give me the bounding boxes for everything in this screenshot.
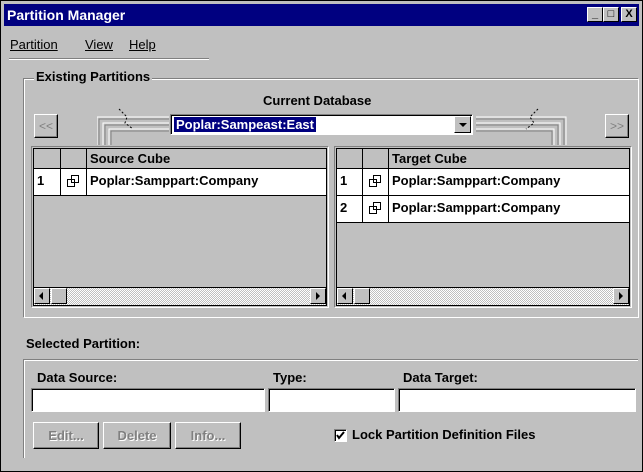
source-grid-header: Source Cube bbox=[34, 149, 326, 169]
row-number: 1 bbox=[337, 169, 363, 195]
source-header-num bbox=[34, 149, 61, 168]
scroll-left-icon[interactable] bbox=[337, 288, 353, 304]
cube-name: Poplar:Samppart:Company bbox=[392, 200, 561, 215]
delete-button[interactable]: Delete bbox=[103, 422, 171, 449]
data-target-input[interactable] bbox=[399, 389, 635, 411]
partition-manager-window: Partition Manager _ □ X Partition View H… bbox=[0, 0, 643, 472]
target-cube-grid: Target Cube 1 Poplar:Samppart:Company 2 bbox=[334, 146, 632, 308]
partition-icon bbox=[67, 175, 79, 187]
source-horizontal-scrollbar[interactable] bbox=[34, 287, 326, 305]
target-header-icon bbox=[363, 149, 389, 168]
menu-partition-label: Partition bbox=[10, 37, 58, 52]
scroll-left-icon[interactable] bbox=[34, 288, 50, 304]
info-label: Info... bbox=[190, 428, 226, 443]
chevron-down-icon[interactable] bbox=[454, 116, 471, 133]
table-row[interactable]: 1 Poplar:Samppart:Company bbox=[34, 169, 326, 196]
row-icon-cell bbox=[61, 169, 87, 195]
maximize-icon: □ bbox=[607, 8, 615, 20]
edit-label: Edit... bbox=[48, 428, 84, 443]
menu-partition[interactable]: Partition bbox=[10, 37, 58, 52]
target-grid-inner: Target Cube 1 Poplar:Samppart:Company 2 bbox=[336, 148, 630, 306]
menu-help-label: Help bbox=[129, 37, 156, 52]
target-header-num bbox=[337, 149, 363, 168]
menu-separator bbox=[9, 58, 209, 60]
close-icon: X bbox=[625, 8, 633, 20]
table-row[interactable]: 1 Poplar:Samppart:Company bbox=[337, 169, 629, 196]
source-link-icon bbox=[97, 108, 169, 145]
type-label: Type: bbox=[273, 370, 307, 385]
scrollbar-thumb[interactable] bbox=[51, 288, 67, 304]
type-field[interactable] bbox=[268, 388, 395, 412]
target-header-label: Target Cube bbox=[392, 151, 467, 166]
delete-label: Delete bbox=[117, 428, 157, 443]
partition-icon bbox=[369, 202, 381, 214]
scrollbar-thumb[interactable] bbox=[354, 288, 370, 304]
cube-name: Poplar:Samppart:Company bbox=[392, 173, 561, 188]
data-source-field[interactable] bbox=[31, 388, 265, 412]
title-bar[interactable]: Partition Manager _ □ X bbox=[4, 4, 639, 26]
data-source-input[interactable] bbox=[32, 389, 264, 411]
table-row[interactable]: 2 Poplar:Samppart:Company bbox=[337, 196, 629, 223]
target-link-icon bbox=[476, 108, 567, 145]
minimize-button[interactable]: _ bbox=[587, 7, 603, 22]
edit-button[interactable]: Edit... bbox=[33, 422, 99, 449]
menu-bar: Partition View Help bbox=[4, 28, 639, 54]
lock-files-label[interactable]: Lock Partition Definition Files bbox=[352, 427, 535, 442]
data-target-label: Data Target: bbox=[403, 370, 478, 385]
row-number: 2 bbox=[337, 196, 363, 222]
close-button[interactable]: X bbox=[621, 7, 637, 22]
info-button[interactable]: Info... bbox=[175, 422, 241, 449]
scroll-right-icon[interactable] bbox=[310, 288, 326, 304]
target-horizontal-scrollbar[interactable] bbox=[337, 287, 629, 305]
maximize-button[interactable]: □ bbox=[603, 7, 619, 22]
source-header-icon bbox=[61, 149, 87, 168]
minimize-icon: _ bbox=[591, 8, 599, 20]
current-database-value: Poplar:Sampeast:East bbox=[174, 117, 316, 132]
target-grid-header: Target Cube bbox=[337, 149, 629, 169]
row-number: 1 bbox=[34, 169, 61, 195]
window-title: Partition Manager bbox=[7, 7, 126, 23]
existing-partitions-label: Existing Partitions bbox=[34, 69, 153, 84]
checkmark-icon bbox=[336, 431, 345, 440]
row-icon-cell bbox=[363, 169, 389, 195]
next-label: >> bbox=[609, 119, 624, 133]
current-database-combo[interactable]: Poplar:Sampeast:East bbox=[170, 114, 473, 135]
next-button[interactable]: >> bbox=[605, 114, 629, 138]
row-icon-cell bbox=[363, 196, 389, 222]
source-cube-grid: Source Cube 1 Poplar:Samppart:Company bbox=[31, 146, 329, 308]
menu-help[interactable]: Help bbox=[129, 37, 156, 52]
menu-view-label: View bbox=[85, 37, 113, 52]
selected-partition-label: Selected Partition: bbox=[26, 336, 141, 351]
type-input[interactable] bbox=[269, 389, 394, 411]
data-source-label: Data Source: bbox=[37, 370, 118, 385]
previous-label: << bbox=[38, 119, 53, 133]
lock-files-checkbox[interactable] bbox=[334, 429, 347, 442]
menu-view[interactable]: View bbox=[85, 37, 113, 52]
source-header-label: Source Cube bbox=[90, 151, 171, 166]
data-target-field[interactable] bbox=[398, 388, 636, 412]
partition-icon bbox=[369, 175, 381, 187]
scroll-right-icon[interactable] bbox=[613, 288, 629, 304]
current-database-label: Current Database bbox=[263, 93, 372, 108]
cube-name: Poplar:Samppart:Company bbox=[90, 173, 259, 188]
source-grid-inner: Source Cube 1 Poplar:Samppart:Company bbox=[33, 148, 327, 306]
previous-button[interactable]: << bbox=[34, 114, 58, 138]
